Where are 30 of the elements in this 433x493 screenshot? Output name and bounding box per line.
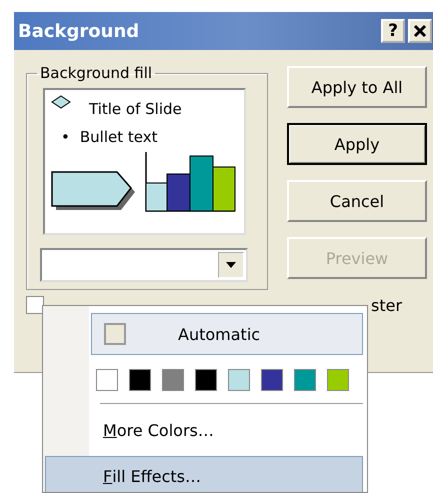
color-swatch: [104, 323, 126, 345]
color-swatch[interactable]: [327, 369, 349, 391]
dialog-button[interactable]: Cancel: [287, 180, 427, 222]
color-swatch[interactable]: [96, 369, 118, 391]
color-dropdown[interactable]: [40, 248, 248, 282]
slide-title: Title of Slide: [89, 100, 182, 118]
menu-item[interactable]: More Colors…: [45, 410, 363, 450]
bullet-text: Bullet text: [80, 128, 158, 146]
dialog-button[interactable]: Apply to All: [287, 66, 427, 108]
close-button[interactable]: [408, 19, 432, 43]
window-title: Background: [17, 20, 140, 42]
checkbox[interactable]: [26, 296, 44, 314]
color-swatch[interactable]: [294, 369, 316, 391]
color-swatch[interactable]: [228, 369, 250, 391]
group-label: Background fill: [39, 64, 154, 82]
color-swatch[interactable]: [162, 369, 184, 391]
caret-icon: [226, 262, 236, 268]
help-button[interactable]: ?: [381, 19, 405, 43]
menu-item[interactable]: Fill Effects…: [45, 456, 363, 492]
dialog-button[interactable]: Apply: [287, 123, 427, 165]
close-icon: [413, 24, 427, 38]
checkbox-label: ster: [371, 296, 402, 314]
dropdown-button[interactable]: [218, 252, 244, 278]
color-swatch[interactable]: [129, 369, 151, 391]
color-swatch[interactable]: [261, 369, 283, 391]
color-swatch[interactable]: [195, 369, 217, 391]
diamond-icon: [51, 95, 71, 109]
bullet-icon: •: [61, 128, 70, 146]
pentagon-arrow-icon: [51, 170, 137, 212]
automatic-option[interactable]: Automatic: [91, 313, 363, 355]
